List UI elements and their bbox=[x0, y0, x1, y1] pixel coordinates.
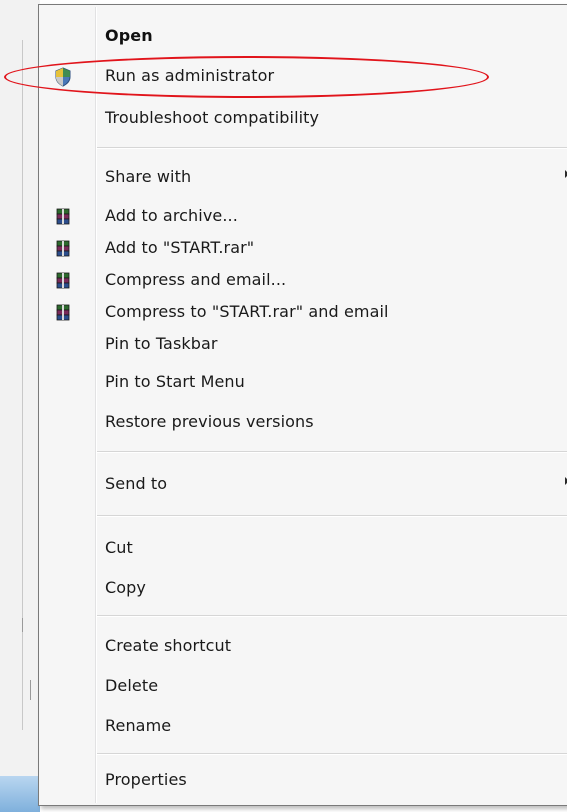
menu-item-pin-to-start-menu[interactable]: Pin to Start Menu bbox=[41, 365, 567, 401]
menu-separator bbox=[97, 615, 567, 617]
winrar-icon bbox=[53, 239, 73, 259]
background-window bbox=[0, 0, 40, 812]
screenshot: Open Run as administrator Troubleshoot c… bbox=[0, 0, 567, 812]
menu-item-troubleshoot-compatibility[interactable]: Troubleshoot compatibility bbox=[41, 101, 567, 137]
menu-item-label: Delete bbox=[105, 676, 159, 695]
menu-item-rename[interactable]: Rename bbox=[41, 709, 567, 745]
taskbar bbox=[0, 776, 40, 812]
window-detail bbox=[30, 680, 35, 700]
menu-item-compress-to-start-rar-and-email[interactable]: Compress to "START.rar" and email bbox=[41, 295, 567, 331]
menu-item-label: Compress and email... bbox=[105, 270, 287, 289]
menu-item-restore-previous-versions[interactable]: Restore previous versions bbox=[41, 405, 567, 441]
menu-item-label: Share with bbox=[105, 167, 192, 186]
menu-item-label: Run as administrator bbox=[105, 66, 275, 85]
menu-item-label: Rename bbox=[105, 716, 172, 735]
menu-item-send-to[interactable]: Send to bbox=[41, 467, 567, 503]
menu-item-label: Add to "START.rar" bbox=[105, 238, 255, 257]
menu-item-cut[interactable]: Cut bbox=[41, 531, 567, 567]
menu-item-label: Copy bbox=[105, 578, 146, 597]
menu-item-compress-and-email[interactable]: Compress and email... bbox=[41, 263, 567, 299]
menu-item-pin-to-taskbar[interactable]: Pin to Taskbar bbox=[41, 327, 567, 363]
menu-item-label: Create shortcut bbox=[105, 636, 232, 655]
menu-item-label: Cut bbox=[105, 538, 133, 557]
menu-item-copy[interactable]: Copy bbox=[41, 571, 567, 607]
menu-item-share-with[interactable]: Share with bbox=[41, 160, 567, 196]
winrar-icon bbox=[53, 303, 73, 323]
menu-item-label: Send to bbox=[105, 474, 168, 493]
window-detail bbox=[22, 618, 27, 632]
menu-item-open[interactable]: Open bbox=[41, 19, 567, 55]
menu-item-add-to-start-rar[interactable]: Add to "START.rar" bbox=[41, 231, 567, 267]
menu-item-add-to-archive[interactable]: Add to archive... bbox=[41, 199, 567, 235]
menu-item-create-shortcut[interactable]: Create shortcut bbox=[41, 629, 567, 665]
menu-item-label: Properties bbox=[105, 770, 187, 789]
menu-separator bbox=[97, 451, 567, 453]
menu-item-run-as-administrator[interactable]: Run as administrator bbox=[41, 59, 567, 95]
menu-item-delete[interactable]: Delete bbox=[41, 669, 567, 705]
menu-item-label: Pin to Start Menu bbox=[105, 372, 245, 391]
uac-shield-icon bbox=[53, 67, 73, 87]
winrar-icon bbox=[53, 207, 73, 227]
menu-item-properties[interactable]: Properties bbox=[41, 763, 567, 799]
menu-separator bbox=[97, 515, 567, 517]
menu-item-label: Pin to Taskbar bbox=[105, 334, 218, 353]
menu-separator bbox=[97, 147, 567, 149]
menu-separator bbox=[97, 753, 567, 755]
context-menu: Open Run as administrator Troubleshoot c… bbox=[38, 4, 567, 806]
menu-item-label: Restore previous versions bbox=[105, 412, 314, 431]
winrar-icon bbox=[53, 271, 73, 291]
menu-item-label: Add to archive... bbox=[105, 206, 238, 225]
menu-item-label: Compress to "START.rar" and email bbox=[105, 302, 389, 321]
menu-item-label: Open bbox=[105, 26, 153, 45]
menu-item-label: Troubleshoot compatibility bbox=[105, 108, 320, 127]
